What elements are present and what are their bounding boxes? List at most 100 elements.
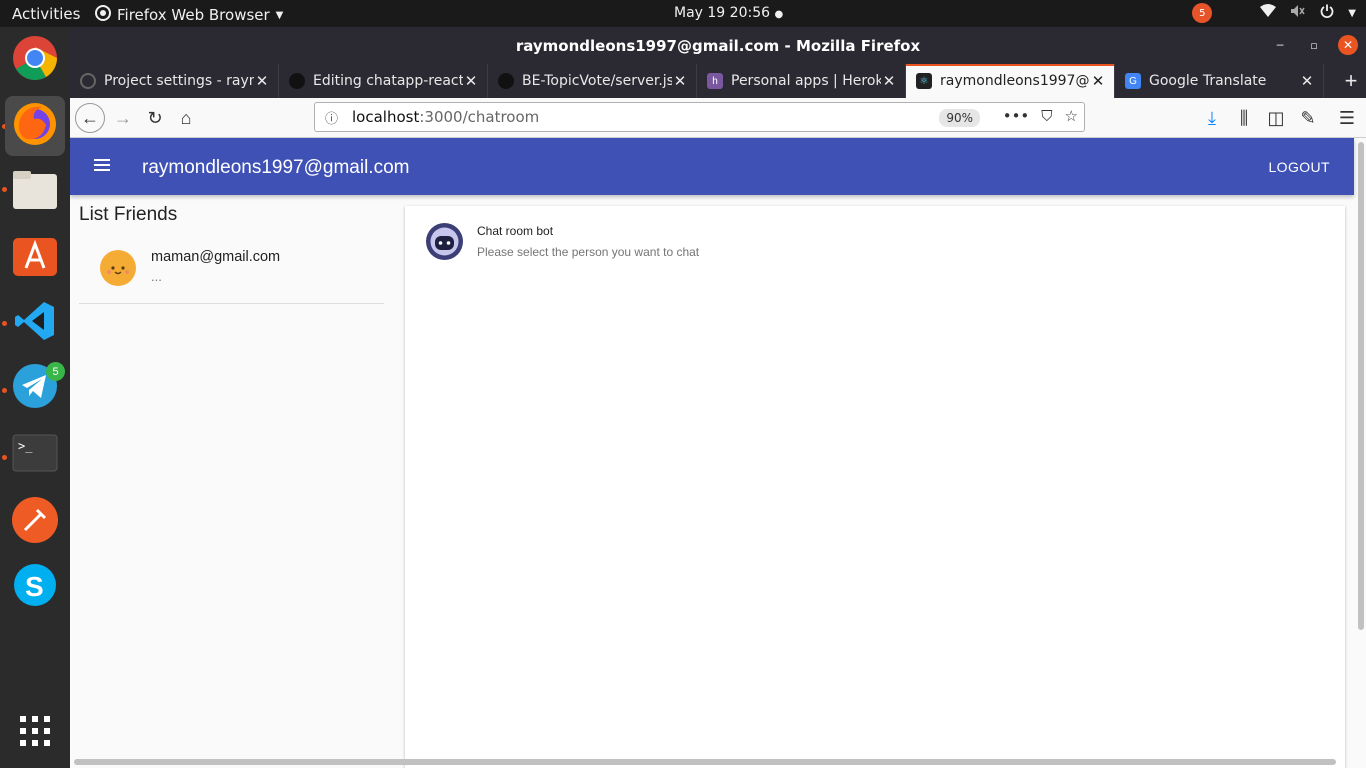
close-tab-icon[interactable]: ✕ xyxy=(1090,72,1106,90)
github-favicon-icon xyxy=(289,73,305,89)
activities-button[interactable]: Activities xyxy=(12,5,80,23)
vertical-scrollbar[interactable] xyxy=(1358,142,1364,630)
tab-chatroom[interactable]: ⚛ raymondleons1997@gm ✕ xyxy=(906,64,1115,98)
color-picker-icon[interactable]: ✎ xyxy=(1293,103,1323,133)
dock-item-software[interactable] xyxy=(5,227,65,287)
friend-list-item[interactable]: maman@gmail.com ... xyxy=(79,242,384,304)
vscode-icon xyxy=(14,300,56,347)
tab-topicvote-server[interactable]: BE-TopicVote/server.js ✕ xyxy=(488,64,697,98)
tab-project-settings[interactable]: Project settings - raym ✕ xyxy=(70,64,279,98)
friend-last-message: ... xyxy=(151,269,162,284)
terminal-icon: >_ xyxy=(12,434,58,477)
logout-button[interactable]: LOGOUT xyxy=(1268,159,1330,175)
github-favicon-icon xyxy=(498,73,514,89)
google-translate-favicon-icon: G xyxy=(1125,73,1141,89)
notification-dot-icon: ● xyxy=(774,9,784,20)
close-tab-icon[interactable]: ✕ xyxy=(463,72,479,90)
close-tab-icon[interactable]: ✕ xyxy=(254,72,270,90)
notification-badge[interactable]: 5 xyxy=(1192,3,1213,23)
dock-item-postman[interactable] xyxy=(5,492,65,552)
new-tab-button[interactable]: + xyxy=(1336,64,1366,98)
close-tab-icon[interactable]: ✕ xyxy=(1299,72,1315,90)
chrome-icon xyxy=(12,35,58,86)
url-path: :3000/chatroom xyxy=(419,108,540,126)
close-tab-icon[interactable]: ✕ xyxy=(672,72,688,90)
url-bar[interactable]: ⓘ localhost :3000/chatroom 90% ••• ⛉ ☆ xyxy=(314,102,1085,132)
chevron-down-icon: ▼ xyxy=(275,9,284,21)
app-menu-label: Firefox Web Browser xyxy=(117,6,270,24)
dock-item-vscode[interactable] xyxy=(5,293,65,353)
hamburger-menu-icon[interactable]: ☰ xyxy=(1332,103,1362,133)
bot-name: Chat room bot xyxy=(477,224,554,238)
friend-email: maman@gmail.com xyxy=(151,249,281,265)
sidebar-icon[interactable]: ◫ xyxy=(1261,103,1291,133)
svg-text:S: S xyxy=(25,571,44,602)
tab-heroku[interactable]: h Personal apps | Heroku ✕ xyxy=(697,64,906,98)
url-host: localhost xyxy=(352,108,420,126)
window-title: raymondleons1997@gmail.com - Mozilla Fir… xyxy=(515,36,921,55)
tab-title: raymondleons1997@gm xyxy=(940,73,1090,89)
web-content: raymondleons1997@gmail.com LOGOUT List F… xyxy=(70,138,1366,768)
back-button[interactable]: ← xyxy=(75,103,105,133)
window-titlebar[interactable]: raymondleons1997@gmail.com - Mozilla Fir… xyxy=(70,27,1366,64)
tab-strip: Project settings - raym ✕ Editing chatap… xyxy=(70,64,1366,98)
chevron-down-icon: ▼ xyxy=(1348,7,1356,19)
wifi-icon xyxy=(1260,4,1277,22)
heroku-favicon-icon: h xyxy=(707,73,723,89)
tab-title: BE-TopicVote/server.js xyxy=(522,73,672,89)
friend-avatar xyxy=(100,250,136,286)
app-title: raymondleons1997@gmail.com xyxy=(142,157,410,178)
dock-item-terminal[interactable]: >_ xyxy=(5,425,65,485)
app-menu[interactable]: Firefox Web Browser ▼ xyxy=(95,5,283,25)
downloads-icon[interactable]: ⤓ xyxy=(1197,103,1227,133)
gnome-top-bar: Activities Firefox Web Browser ▼ May 19 … xyxy=(0,0,1366,27)
dock-item-telegram[interactable]: 5 xyxy=(5,358,65,418)
software-center-icon xyxy=(12,232,58,283)
reload-button[interactable]: ↻ xyxy=(140,103,170,133)
bot-avatar xyxy=(426,223,463,260)
maximize-button[interactable]: ▫ xyxy=(1304,35,1324,55)
svg-text:>_: >_ xyxy=(18,439,33,453)
forward-button[interactable]: → xyxy=(108,103,138,133)
system-tray[interactable]: 5 ▼ xyxy=(1192,3,1356,23)
tab-title: Project settings - raym xyxy=(104,73,254,89)
react-favicon-icon: ⚛ xyxy=(916,73,932,89)
navigation-toolbar: ← → ↻ ⌂ ⓘ localhost :3000/chatroom 90% •… xyxy=(70,98,1366,138)
dock-item-firefox[interactable] xyxy=(5,96,65,156)
horizontal-scrollbar[interactable] xyxy=(74,759,1336,765)
tab-title: Editing chatapp-react/ xyxy=(313,73,463,89)
dock-item-chrome[interactable] xyxy=(5,30,65,90)
clock[interactable]: May 19 20:56 ● xyxy=(674,5,783,21)
zoom-level-badge[interactable]: 90% xyxy=(939,109,980,127)
dock-item-files[interactable] xyxy=(5,162,65,222)
power-icon xyxy=(1320,4,1334,22)
tab-editing-chatapp[interactable]: Editing chatapp-react/ ✕ xyxy=(279,64,488,98)
firefox-icon xyxy=(12,101,58,152)
dock-item-skype[interactable]: S xyxy=(5,557,65,617)
files-icon xyxy=(12,170,58,215)
telegram-badge: 5 xyxy=(46,362,65,381)
library-icon[interactable]: ⫼ xyxy=(1229,103,1259,133)
tab-google-translate[interactable]: G Google Translate ✕ xyxy=(1115,64,1324,98)
bot-message: Please select the person you want to cha… xyxy=(477,245,700,259)
ubuntu-dock: 5 >_ S xyxy=(0,27,70,768)
app-bar: raymondleons1997@gmail.com LOGOUT xyxy=(70,138,1354,195)
friends-heading: List Friends xyxy=(79,204,178,225)
home-button[interactable]: ⌂ xyxy=(171,103,201,133)
firefox-small-icon xyxy=(95,5,111,25)
settings-favicon-icon xyxy=(80,73,96,89)
app-grid-icon xyxy=(19,715,51,752)
pocket-icon[interactable]: ⛉ xyxy=(1041,107,1052,125)
friends-list: List Friends maman@gmail.com ... xyxy=(79,204,384,304)
dock-item-app-grid[interactable] xyxy=(5,703,65,763)
bookmark-star-icon[interactable]: ☆ xyxy=(1065,107,1078,125)
page-actions-icon[interactable]: ••• xyxy=(1003,107,1030,125)
tab-title: Personal apps | Heroku xyxy=(731,73,881,89)
firefox-window: raymondleons1997@gmail.com - Mozilla Fir… xyxy=(70,27,1366,768)
minimize-button[interactable]: ─ xyxy=(1270,35,1290,55)
site-info-icon[interactable]: ⓘ xyxy=(325,108,338,127)
close-tab-icon[interactable]: ✕ xyxy=(881,72,897,90)
close-window-button[interactable]: ✕ xyxy=(1338,35,1358,55)
menu-icon[interactable] xyxy=(92,155,112,175)
volume-icon xyxy=(1290,4,1306,22)
